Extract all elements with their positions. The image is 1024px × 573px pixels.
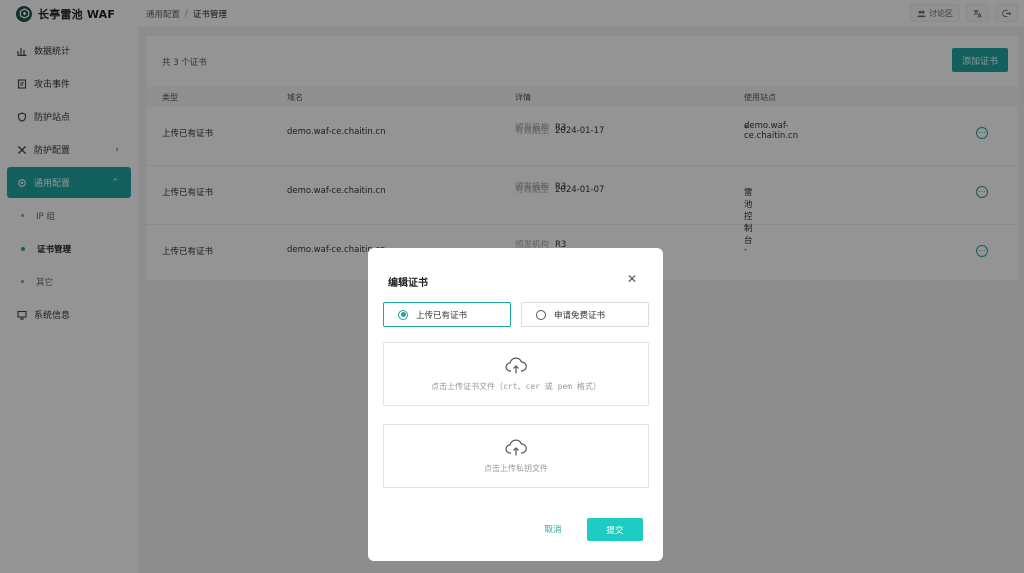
submit-button[interactable]: 提交 bbox=[587, 518, 643, 541]
radio-selected-icon bbox=[398, 309, 408, 320]
dialog-title: 编辑证书 bbox=[388, 278, 428, 289]
close-icon[interactable]: ✕ bbox=[627, 272, 637, 286]
option-label: 申请免费证书 bbox=[554, 310, 606, 321]
radio-empty-icon bbox=[536, 309, 546, 320]
upload-cert-dropzone[interactable]: 点击上传证书文件（crt、cer 或 pem 格式） bbox=[383, 342, 649, 406]
option-upload-existing[interactable]: 上传已有证书 bbox=[383, 302, 511, 327]
option-label: 上传已有证书 bbox=[416, 310, 468, 321]
upload-cert-hint: 点击上传证书文件（crt、cer 或 pem 格式） bbox=[431, 381, 601, 391]
upload-key-dropzone[interactable]: 点击上传私钥文件 bbox=[383, 424, 649, 488]
cancel-button[interactable]: 取消 bbox=[534, 518, 572, 540]
edit-certificate-dialog: 编辑证书 ✕ 上传已有证书 申请免费证书 点击上传证书文件（crt、cer 或 … bbox=[368, 248, 663, 561]
cloud-upload-icon bbox=[505, 357, 527, 373]
option-free-cert[interactable]: 申请免费证书 bbox=[521, 302, 649, 327]
upload-key-hint: 点击上传私钥文件 bbox=[484, 463, 548, 473]
cloud-upload-icon bbox=[505, 439, 527, 455]
